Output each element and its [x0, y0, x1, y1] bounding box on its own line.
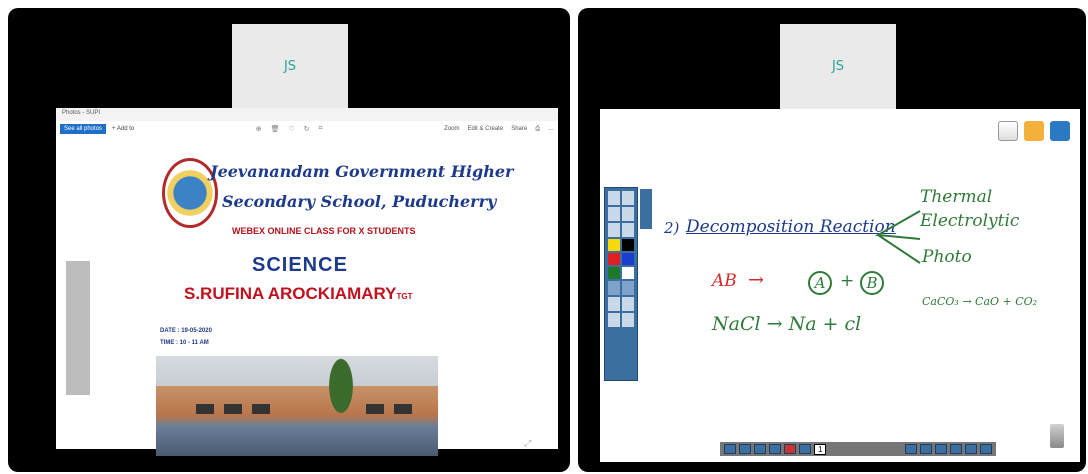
- school-name-line1: Jeevanandam Government Higher: [210, 162, 514, 181]
- edit-create-button[interactable]: Edit & Create: [468, 126, 504, 133]
- whiteboard-top-icons: [998, 121, 1070, 141]
- page-number[interactable]: 1: [814, 443, 827, 455]
- crop-icon[interactable]: ⌗: [319, 125, 323, 133]
- teacher-name-text: S.RUFINA AROCKIAMARY: [184, 284, 397, 303]
- color-white[interactable]: [622, 267, 634, 279]
- redo-icon[interactable]: [950, 444, 962, 454]
- webex-class-label: WEBEX ONLINE CLASS FOR X STUDENTS: [232, 226, 416, 236]
- share-button[interactable]: Share: [511, 126, 527, 133]
- last-page-icon[interactable]: [980, 444, 992, 454]
- resize-icon[interactable]: ⤢: [524, 438, 531, 449]
- cloud-icon[interactable]: [1050, 121, 1070, 141]
- delete-page-icon[interactable]: [784, 444, 796, 454]
- copy-page-icon[interactable]: [769, 444, 781, 454]
- text-tool-icon[interactable]: [608, 223, 620, 237]
- pointer-tool-icon[interactable]: [608, 207, 620, 221]
- participant-initials: JS: [831, 59, 845, 74]
- more-icon[interactable]: …: [548, 126, 554, 133]
- reaction-type-electrolytic: Electrolytic: [920, 211, 1020, 231]
- equation-caco3: CaCO₃ → CaO + CO₂: [922, 295, 1038, 308]
- teacher-name: S.RUFINA AROCKIAMARYTGT: [184, 284, 413, 304]
- toolbar-icons: ⊕ 🗑 ♡ ↻ ⌗: [256, 125, 323, 133]
- zoom-out-icon[interactable]: [799, 444, 811, 454]
- participant-tile-right[interactable]: JS: [780, 24, 896, 109]
- equation-a-circled: A: [808, 271, 832, 295]
- rotate-icon[interactable]: ↻: [304, 125, 310, 133]
- zoom-in-icon[interactable]: [905, 444, 917, 454]
- equation-b-circled: B: [860, 271, 884, 295]
- pen-tool-icon[interactable]: [608, 191, 620, 205]
- meeting-view: JS Photos - SUPI See all photos + Add to…: [0, 0, 1088, 474]
- window-title: Photos - SUPI: [56, 108, 558, 121]
- zoom-button[interactable]: Zoom: [444, 126, 459, 133]
- highlighter-tool-icon[interactable]: [622, 191, 634, 205]
- color-black[interactable]: [622, 239, 634, 251]
- building-window: [394, 404, 412, 414]
- participant-initials: JS: [283, 59, 297, 74]
- building-window: [366, 404, 384, 414]
- folder-icon[interactable]: [1024, 121, 1044, 141]
- equation-plus: +: [840, 271, 855, 291]
- tree: [326, 358, 356, 420]
- page-icon[interactable]: [998, 121, 1018, 141]
- undo-tool-icon[interactable]: [622, 297, 634, 311]
- palette-extension[interactable]: [640, 189, 652, 229]
- slide-image: Jeevanandam Government Higher Secondary …: [64, 146, 513, 456]
- add-to-button[interactable]: + Add to: [112, 126, 134, 132]
- reaction-type-brace: [872, 205, 922, 267]
- redo-tool-icon[interactable]: [608, 313, 620, 327]
- brace-lines-icon: [874, 210, 921, 264]
- thickness-slider[interactable]: [608, 281, 620, 295]
- equation-ab: AB: [712, 271, 737, 291]
- whiteboard-canvas[interactable]: 2) Decomposition Reaction Thermal Electr…: [600, 109, 1080, 462]
- shape-tool-icon[interactable]: [622, 223, 634, 237]
- next-page-icon[interactable]: [965, 444, 977, 454]
- toolbar-right: Zoom Edit & Create Share ⎙ …: [444, 126, 554, 133]
- school-name-line2: Secondary School, Puducherry: [222, 192, 497, 211]
- color-red[interactable]: [608, 253, 620, 265]
- teacher-suffix: TGT: [396, 292, 413, 301]
- trash-icon[interactable]: [1050, 424, 1064, 448]
- heading-number: 2): [664, 219, 680, 237]
- right-video-panel: JS 2) Decomposition Reaction Thermal Ele…: [578, 8, 1086, 472]
- whiteboard-bottom-toolbar: 1: [720, 442, 996, 456]
- color-yellow[interactable]: [608, 239, 620, 251]
- participant-tile-left[interactable]: JS: [232, 24, 348, 109]
- first-page-icon[interactable]: [724, 444, 736, 454]
- equation-nacl: NaCl → Na + cl: [712, 313, 862, 335]
- class-time: TIME : 10 - 11 AM: [160, 340, 209, 346]
- reaction-heading: Decomposition Reaction: [686, 217, 896, 237]
- building-window: [196, 404, 214, 414]
- delete-icon[interactable]: 🗑: [271, 125, 280, 133]
- clear-tool-icon[interactable]: [622, 313, 634, 327]
- opacity-slider[interactable]: [622, 281, 634, 295]
- new-page-icon[interactable]: [754, 444, 766, 454]
- reaction-type-thermal: Thermal: [920, 187, 993, 207]
- reaction-type-photo: Photo: [922, 247, 972, 267]
- fit-page-icon[interactable]: [920, 444, 932, 454]
- undo-icon[interactable]: [935, 444, 947, 454]
- see-all-photos-button[interactable]: See all photos: [60, 124, 107, 134]
- drawing-tool-palette: [604, 187, 638, 381]
- school-building-photo: [156, 356, 438, 456]
- building-window: [224, 404, 242, 414]
- photos-toolbar: See all photos + Add to ⊕ 🗑 ♡ ↻ ⌗ Zoom E…: [56, 121, 558, 137]
- building-window: [252, 404, 270, 414]
- select-tool-icon[interactable]: [608, 297, 620, 311]
- print-icon[interactable]: ⎙: [535, 126, 540, 133]
- color-blue[interactable]: [622, 253, 634, 265]
- prev-page-icon[interactable]: [739, 444, 751, 454]
- favorite-icon[interactable]: ♡: [289, 125, 295, 133]
- subject-title: SCIENCE: [252, 254, 348, 276]
- shared-photos-window: Photos - SUPI See all photos + Add to ⊕ …: [56, 108, 558, 456]
- equation-arrow: →: [748, 269, 764, 291]
- class-date: DATE : 19-05-2020: [160, 328, 212, 334]
- eraser-tool-icon[interactable]: [622, 207, 634, 221]
- side-scroll-panel[interactable]: [66, 261, 90, 395]
- color-green[interactable]: [608, 267, 620, 279]
- left-video-panel: JS Photos - SUPI See all photos + Add to…: [8, 8, 570, 472]
- zoom-icon[interactable]: ⊕: [256, 125, 262, 133]
